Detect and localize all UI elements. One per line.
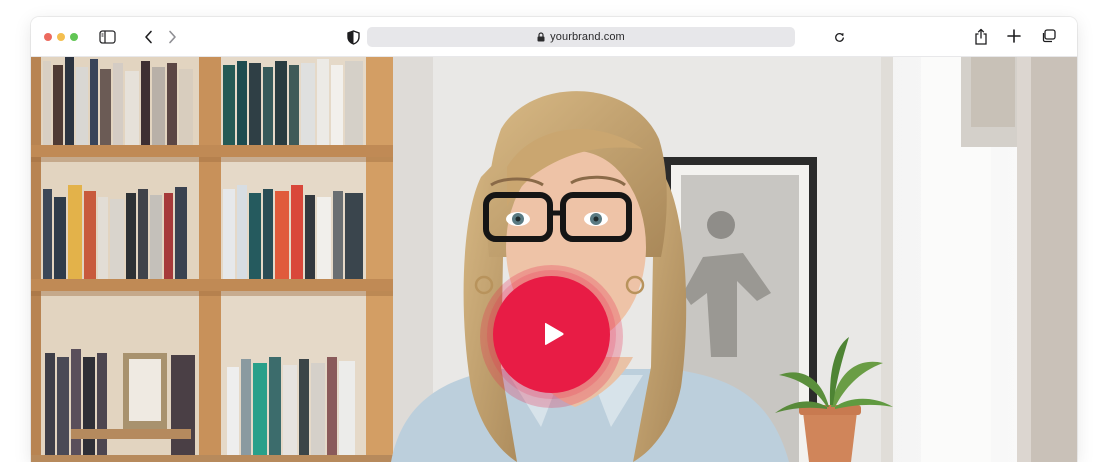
- bookshelf: [31, 57, 393, 462]
- lock-icon: [537, 32, 545, 42]
- share-icon[interactable]: [974, 28, 988, 45]
- chevron-left-icon[interactable]: [144, 30, 153, 44]
- zoom-window-button[interactable]: [70, 33, 78, 41]
- sidebar-toggle-icon[interactable]: [99, 30, 116, 44]
- play-button[interactable]: [493, 276, 610, 393]
- window: [881, 57, 1077, 462]
- play-button-container: [480, 265, 623, 408]
- play-icon: [545, 322, 564, 346]
- tab-overview-icon[interactable]: [1041, 29, 1056, 43]
- address-bar[interactable]: yourbrand.com: [367, 27, 795, 47]
- video-player[interactable]: [31, 57, 1077, 462]
- chevron-right-icon[interactable]: [168, 30, 177, 44]
- browser-window: yourbrand.com: [31, 17, 1077, 462]
- plus-icon[interactable]: [1007, 29, 1021, 43]
- address-bar-url: yourbrand.com: [550, 31, 625, 43]
- minimize-window-button[interactable]: [57, 33, 65, 41]
- browser-toolbar: yourbrand.com: [31, 17, 1077, 57]
- reload-icon[interactable]: [834, 32, 845, 43]
- close-window-button[interactable]: [44, 33, 52, 41]
- shield-icon[interactable]: [347, 30, 360, 45]
